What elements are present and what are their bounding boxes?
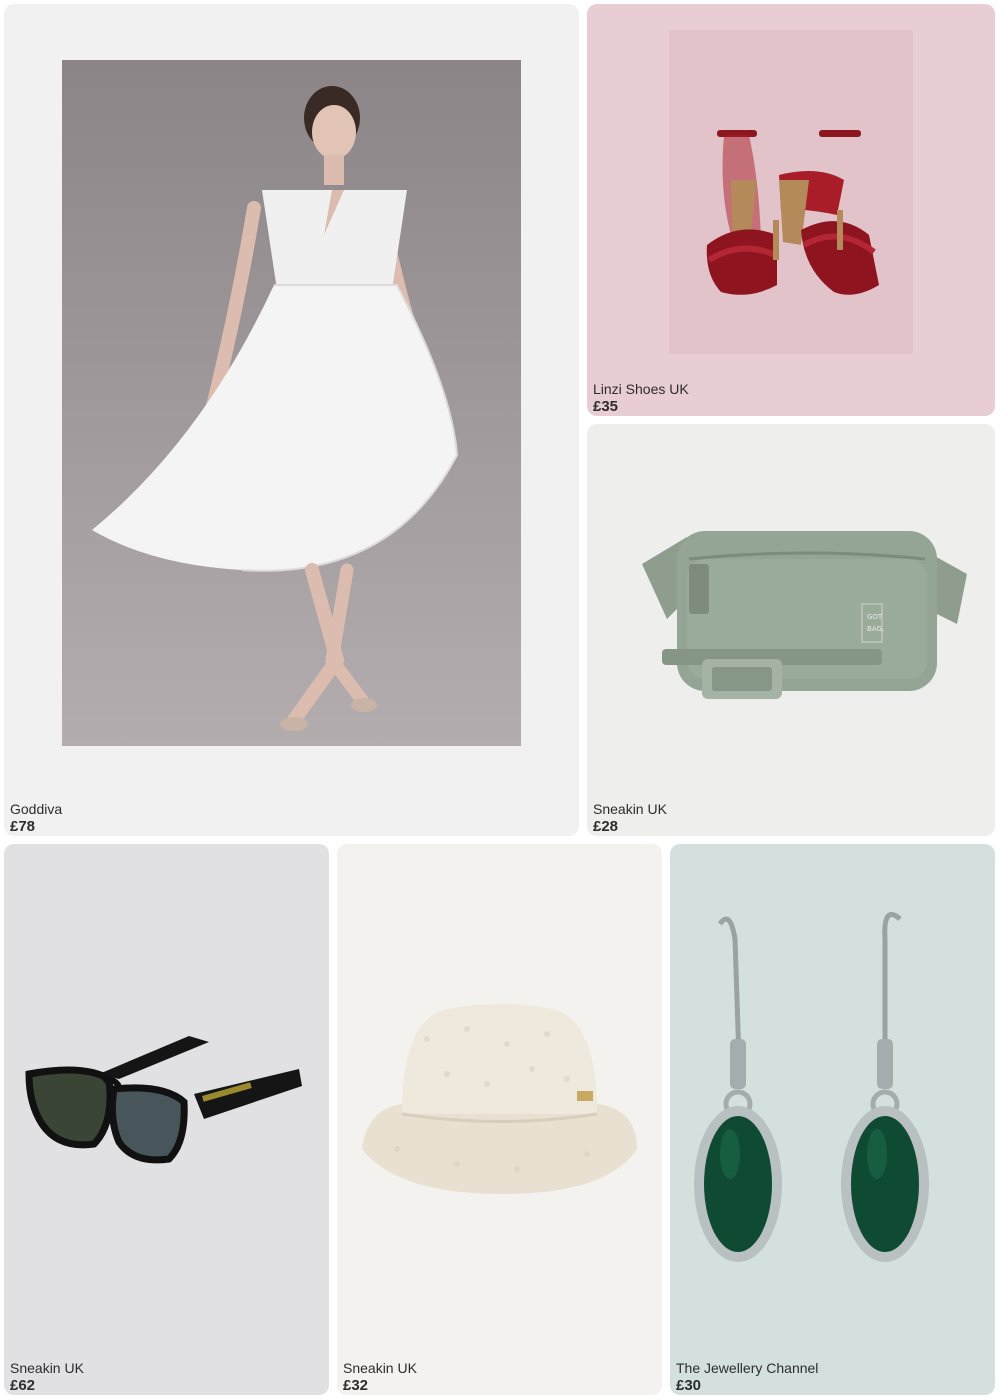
product-card-jewellery-channel[interactable]: The Jewellery Channel £30	[670, 844, 995, 1395]
store-name: Sneakin UK	[593, 801, 667, 817]
cream-bucket-hat-image	[357, 999, 642, 1199]
product-card-sneakin-bag[interactable]: GOT BAG. Sneakin UK £28	[587, 424, 995, 836]
product-price: £35	[593, 398, 619, 415]
product-price: £62	[10, 1377, 36, 1394]
white-midi-dress-image	[62, 60, 521, 746]
product-price: £78	[10, 818, 36, 835]
svg-text:BAG.: BAG.	[867, 625, 884, 633]
green-drop-earrings-image	[690, 899, 975, 1289]
product-card-sneakin-sunglasses[interactable]: Sneakin UK £62	[4, 844, 329, 1395]
product-card-sneakin-hat[interactable]: Sneakin UK £32	[337, 844, 662, 1395]
store-name: The Jewellery Channel	[676, 1360, 819, 1376]
svg-text:GOT: GOT	[867, 613, 883, 621]
red-velvet-heels-image	[669, 30, 913, 354]
product-card-goddiva[interactable]: Goddiva £78	[4, 4, 579, 836]
store-name: Sneakin UK	[10, 1360, 84, 1376]
black-sunglasses-image	[24, 1024, 309, 1169]
product-price: £32	[343, 1377, 369, 1394]
store-name: Goddiva	[10, 801, 63, 817]
product-card-linzi-shoes[interactable]: Linzi Shoes UK £35	[587, 4, 995, 416]
store-name: Sneakin UK	[343, 1360, 417, 1376]
product-price: £30	[676, 1377, 702, 1394]
green-belt-bag-image: GOT BAG.	[637, 509, 972, 714]
product-price: £28	[593, 818, 619, 835]
store-name: Linzi Shoes UK	[593, 381, 689, 397]
